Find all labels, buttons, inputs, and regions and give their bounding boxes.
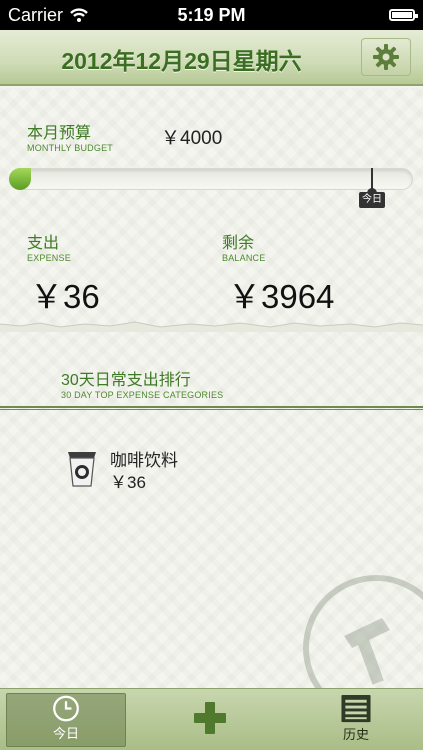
balance-label-en: BALANCE	[222, 253, 266, 263]
balance-label: 剩余 BALANCE	[222, 229, 265, 263]
header: 2012年12月29日星期六	[0, 30, 423, 86]
coffee-cup-icon	[68, 452, 96, 487]
clock-icon	[53, 695, 79, 722]
ranking-title-en: 30 DAY TOP EXPENSE CATEGORIES	[61, 390, 224, 400]
budget-label-cn: 本月预算	[27, 125, 92, 142]
budget-progress-track	[9, 168, 413, 190]
gear-icon	[373, 44, 399, 70]
budget-label: 本月预算 MONTHLY BUDGET	[27, 119, 113, 153]
today-marker-label: 今日	[359, 192, 385, 208]
page-title: 2012年12月29日星期六	[61, 48, 302, 74]
tab-bar: 今日 历史	[0, 688, 423, 750]
ranking-title-cn: 30天日常支出排行	[61, 372, 191, 389]
budget-value: ￥4000	[161, 128, 223, 149]
wifi-icon	[70, 8, 88, 22]
tab-today-label: 今日	[52, 726, 79, 741]
status-left: Carrier	[8, 5, 89, 26]
status-bar: Carrier 5:19 PM	[0, 0, 423, 30]
expense-label-en: EXPENSE	[27, 253, 71, 263]
settings-button[interactable]	[361, 38, 411, 76]
balance-label-cn: 剩余	[222, 235, 255, 252]
tab-history[interactable]: 历史	[296, 693, 416, 747]
budget-label-en: MONTHLY BUDGET	[27, 143, 113, 153]
carrier-label: Carrier	[8, 4, 64, 25]
stamp-watermark	[303, 575, 423, 688]
tab-history-label: 历史	[342, 727, 369, 742]
main-content: 本月预算 MONTHLY BUDGET ￥4000 今日 支出 EXPENSE …	[0, 88, 423, 688]
category-amount: ￥36	[110, 473, 146, 492]
tab-add[interactable]	[150, 693, 270, 747]
expense-label-cn: 支出	[27, 235, 60, 252]
battery-icon	[389, 9, 418, 21]
balance-amount: ￥3964	[228, 278, 335, 315]
list-item[interactable]: 咖啡饮料 ￥36	[64, 446, 314, 496]
ranking-title: 30天日常支出排行 30 DAY TOP EXPENSE CATEGORIES	[61, 366, 223, 400]
plus-icon	[194, 702, 226, 734]
budget-progress-fill	[9, 168, 31, 190]
tab-today[interactable]: 今日	[6, 693, 126, 747]
expense-amount: ￥36	[30, 278, 100, 315]
expense-label: 支出 EXPENSE	[27, 229, 71, 263]
divider	[0, 406, 423, 410]
list-icon	[341, 694, 371, 723]
torn-paper-edge	[0, 321, 423, 332]
